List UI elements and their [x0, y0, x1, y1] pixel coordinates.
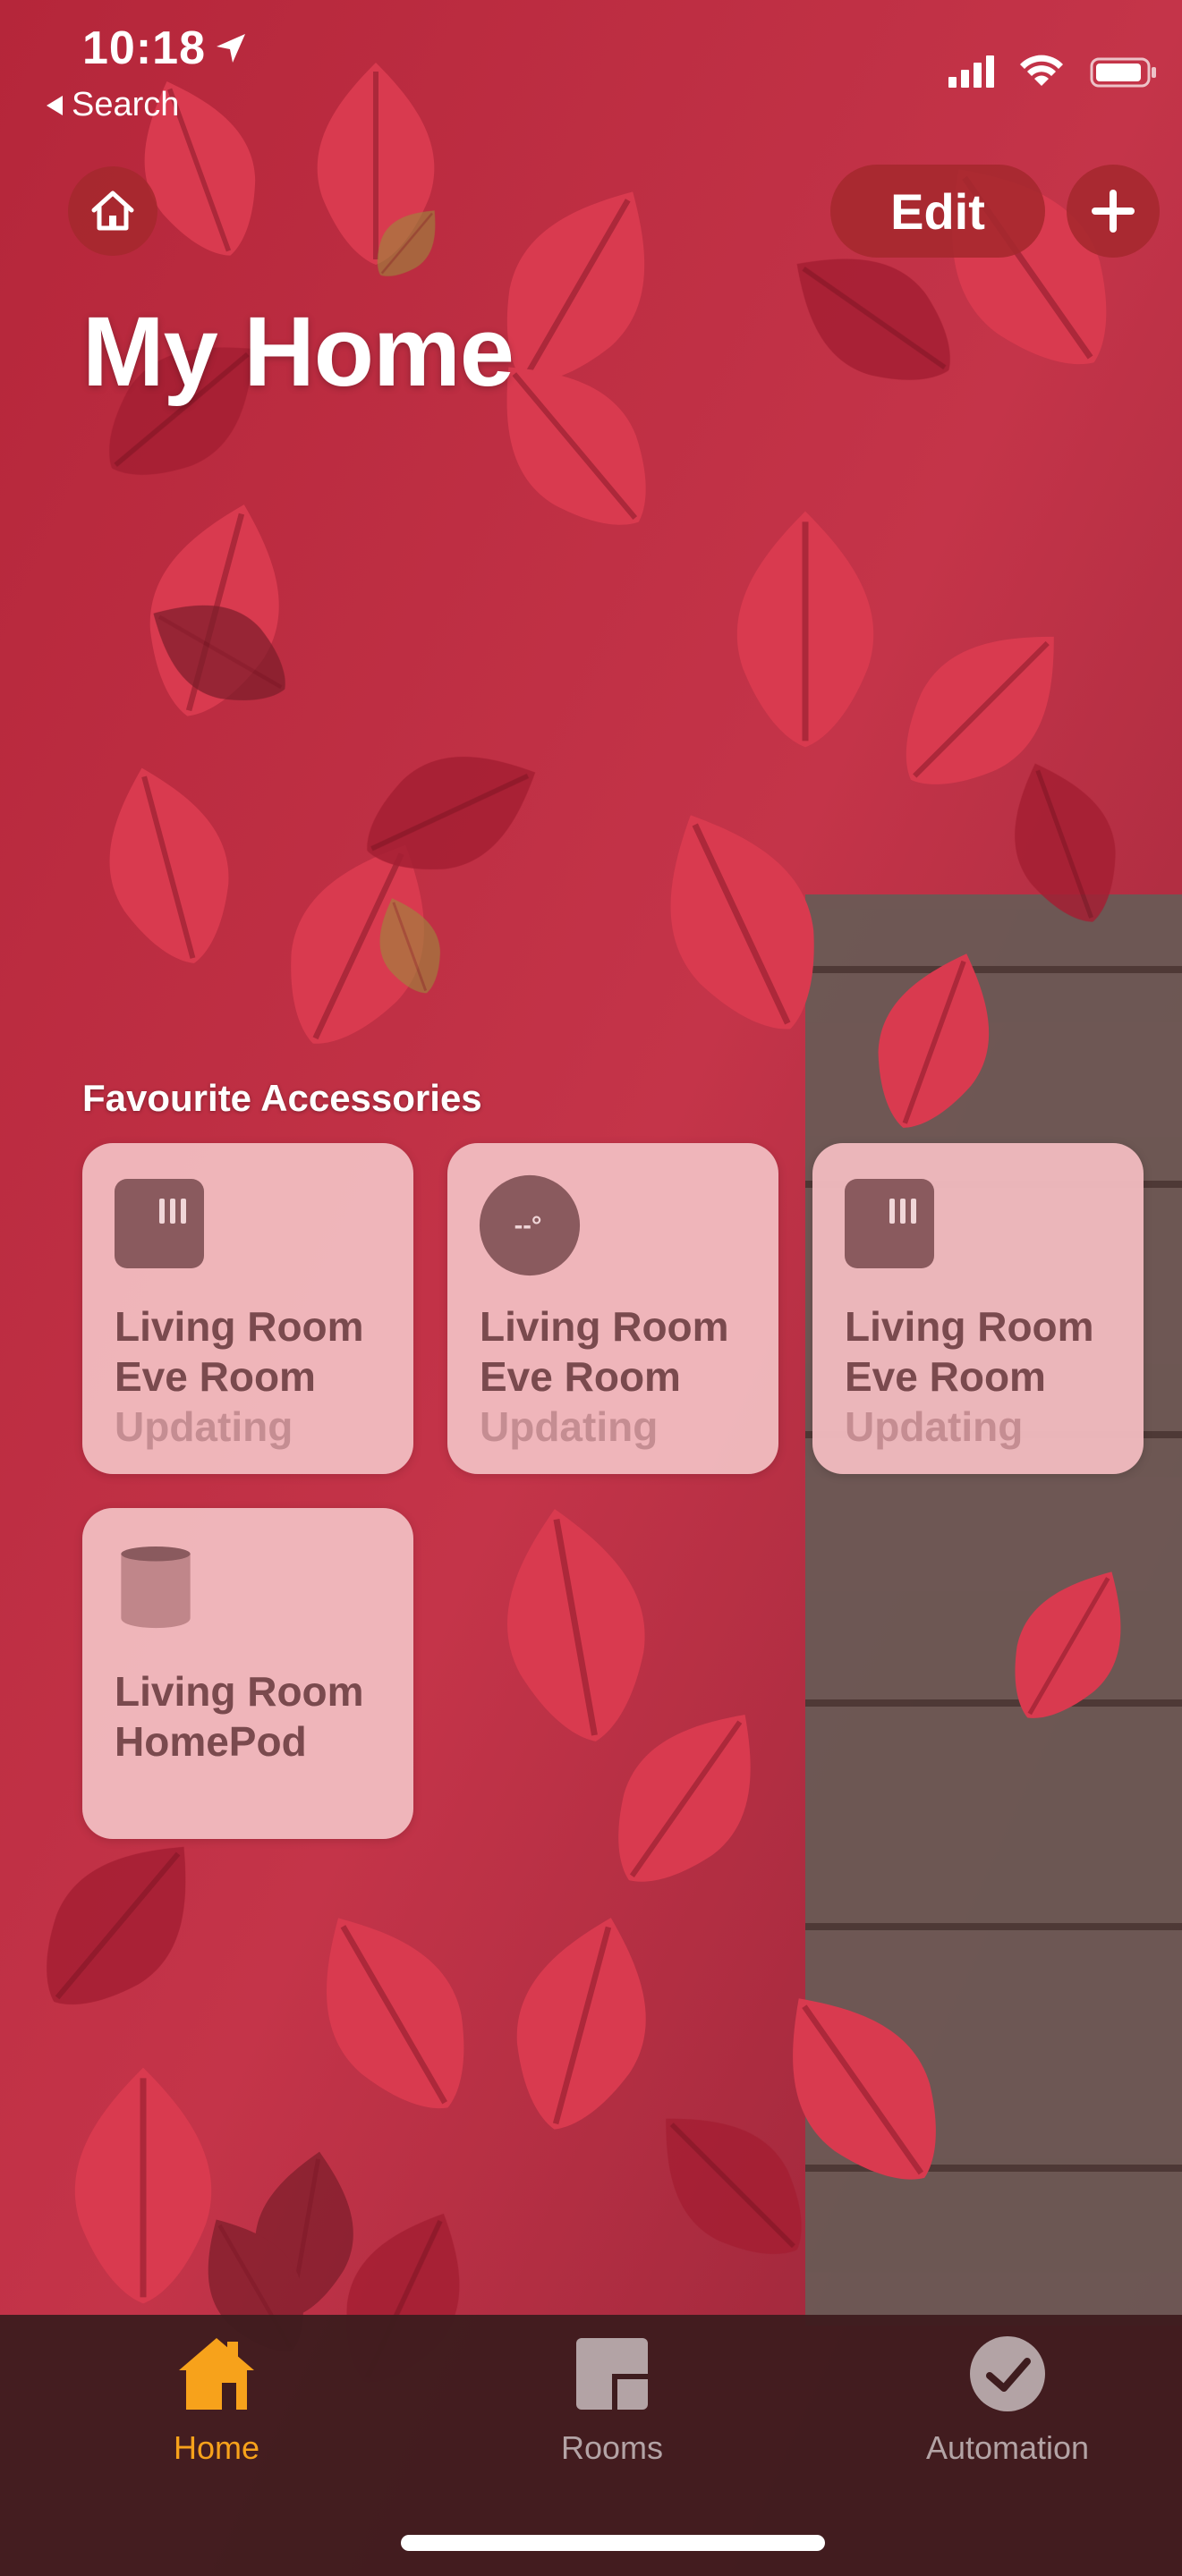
house-outline-icon [91, 191, 134, 231]
accessory-tile[interactable]: Living Room Eve Room Updating [82, 1143, 413, 1474]
tab-home[interactable]: Home [82, 2333, 351, 2476]
tab-automation-label: Automation [925, 2429, 1090, 2466]
location-arrow-icon [217, 34, 245, 63]
tile-name: Eve Room [480, 1353, 681, 1400]
rooms-icon [576, 2338, 648, 2410]
home-screen: 10:18 Search Edit My Home Favourite Acce… [0, 0, 1182, 2576]
home-indicator[interactable] [401, 2535, 825, 2551]
clock-check-icon [970, 2336, 1045, 2411]
tile-room: Living Room [845, 1303, 1094, 1350]
accessory-tile[interactable]: Living Room HomePod [82, 1508, 413, 1839]
tile-room: Living Room [115, 1303, 364, 1350]
accessory-tile[interactable]: --° Living Room Eve Room Updating [447, 1143, 778, 1474]
tab-rooms[interactable]: Rooms [478, 2333, 746, 2476]
tab-automation[interactable]: Automation [873, 2333, 1142, 2476]
homepod-icon [121, 1546, 191, 1629]
sensor-icon [845, 1179, 934, 1268]
status-bar: 10:18 Search [0, 0, 1182, 161]
tile-name: HomePod [115, 1718, 307, 1765]
thermometer-dial-icon: --° [479, 1174, 581, 1276]
favourite-accessories-heading: Favourite Accessories [82, 1077, 482, 1119]
cellular-signal-icon [948, 55, 994, 88]
page-title: My Home [82, 297, 514, 407]
tile-status: Updating [480, 1403, 659, 1450]
tile-name: Eve Room [845, 1353, 1046, 1400]
back-label: Search [72, 86, 180, 123]
accessory-tile[interactable]: Living Room Eve Room Updating [812, 1143, 1144, 1474]
tile-dial-value: --° [514, 1212, 542, 1241]
tile-room: Living Room [480, 1303, 729, 1350]
tile-room: Living Room [115, 1668, 364, 1715]
tab-rooms-label: Rooms [560, 2429, 664, 2466]
wifi-icon [1020, 55, 1063, 86]
tile-status: Updating [845, 1403, 1024, 1450]
clock-time: 10:18 [82, 22, 206, 74]
tile-status: Updating [115, 1403, 293, 1450]
tile-name: Eve Room [115, 1353, 316, 1400]
edit-button[interactable]: Edit [830, 165, 1045, 258]
sensor-icon [115, 1179, 204, 1268]
tab-home-label: Home [173, 2429, 260, 2466]
plus-icon [1092, 190, 1135, 233]
back-triangle-icon [47, 95, 63, 115]
battery-icon [1090, 57, 1156, 88]
back-to-search-link[interactable]: Search [47, 86, 179, 124]
house-icon [179, 2338, 254, 2410]
system-status-icons [948, 55, 1156, 88]
home-settings-button[interactable] [68, 166, 157, 256]
add-button[interactable] [1067, 165, 1160, 258]
